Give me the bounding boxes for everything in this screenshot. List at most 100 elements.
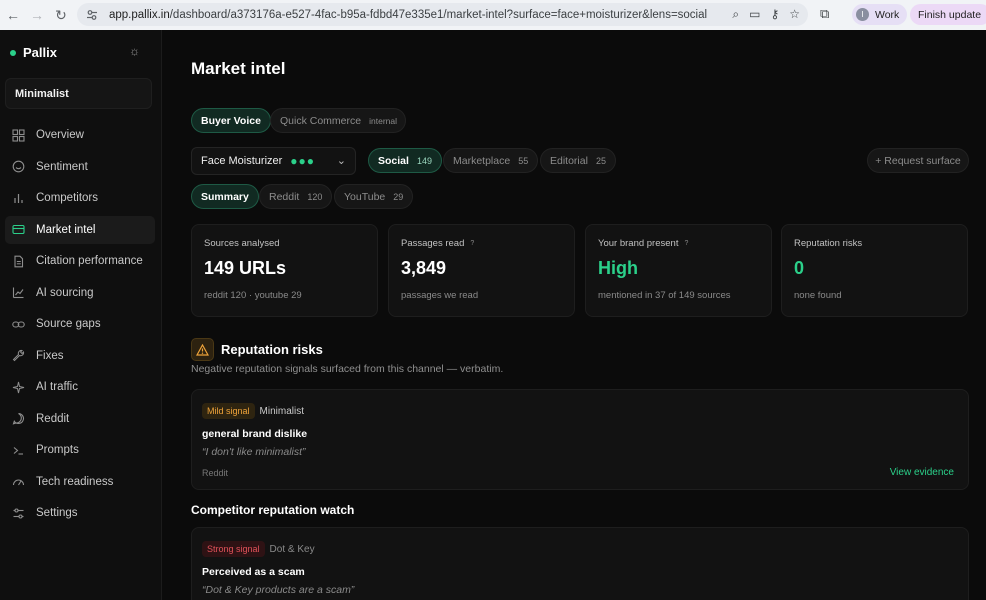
sidebar-item-label: Settings — [36, 507, 78, 519]
stat-card-brand-present: Your brand present? High mentioned in 37… — [585, 224, 772, 317]
lens-count: 149 — [416, 155, 432, 166]
document-icon — [11, 254, 25, 268]
lens-count: 25 — [595, 155, 606, 166]
card-quote: “Dot & Key products are a scam” — [202, 584, 355, 596]
tab-quick-commerce[interactable]: Quick Commerce internal — [270, 108, 406, 133]
surface-select[interactable]: Face Moisturizer ●●● ⌄ — [191, 147, 356, 175]
lens-editorial[interactable]: Editorial 25 — [540, 148, 616, 173]
terminal-icon — [11, 443, 25, 457]
sidebar-item-ai-traffic[interactable]: AI traffic — [5, 373, 155, 401]
brand-name: Pallix — [23, 45, 57, 60]
view-evidence-link[interactable]: View evidence — [890, 467, 954, 478]
card-icon — [11, 223, 25, 237]
sidebar-item-prompts[interactable]: Prompts — [5, 436, 155, 464]
sidebar: Pallix ☼ Minimalist Overview Sentiment C… — [0, 30, 162, 600]
sidebar-item-tech-readiness[interactable]: Tech readiness — [5, 468, 155, 496]
gauge-icon — [11, 475, 25, 489]
subtab-youtube[interactable]: YouTube 29 — [334, 184, 414, 209]
sidebar-item-label: Competitors — [36, 192, 98, 204]
chat-bubble-icon — [11, 412, 25, 426]
grid-icon — [11, 128, 25, 142]
sidebar-item-label: Overview — [36, 129, 84, 141]
sidebar-item-citation-performance[interactable]: Citation performance — [5, 247, 155, 275]
theme-toggle-icon[interactable]: ☼ — [129, 44, 140, 58]
lens-social[interactable]: Social 149 — [368, 148, 442, 173]
wrench-icon — [11, 349, 25, 363]
card-quote: “I don't like minimalist” — [202, 446, 306, 458]
smile-icon — [11, 160, 25, 174]
stat-value: High — [598, 258, 638, 278]
surface-select-value: Face Moisturizer — [201, 155, 283, 167]
stat-value: 3,849 — [401, 258, 447, 278]
stat-card-sources: Sources analysed 149 URLs reddit 120 · y… — [191, 224, 378, 317]
finish-update-button[interactable]: Finish update — [910, 4, 986, 25]
sparkle-icon — [11, 380, 25, 394]
help-icon[interactable]: ? — [684, 240, 688, 247]
bookmark-star-icon[interactable]: ☆ — [789, 7, 800, 22]
stat-value: 0 — [794, 258, 805, 278]
chevron-down-icon: ⌄ — [336, 155, 346, 167]
sidebar-item-label: Market intel — [36, 223, 96, 236]
request-surface-button[interactable]: + Request surface — [867, 148, 969, 173]
url-text[interactable]: app.pallix.in/dashboard/a373176a-e527-4f… — [109, 9, 707, 21]
sidebar-item-label: AI traffic — [36, 381, 78, 393]
bar-chart-icon — [11, 191, 25, 205]
tab-label: Buyer Voice — [201, 114, 261, 127]
card-title: general brand dislike — [202, 428, 308, 440]
tab-label: Quick Commerce — [280, 114, 362, 127]
sidebar-item-market-intel[interactable]: Market intel — [5, 215, 155, 244]
sidebar-item-fixes[interactable]: Fixes — [5, 342, 155, 370]
card-source: Reddit — [202, 468, 229, 478]
card-brand: Minimalist — [259, 405, 304, 417]
extensions-icon[interactable]: ⧉ — [820, 6, 829, 22]
lens-count: 55 — [518, 155, 529, 166]
sidebar-item-label: Fixes — [36, 349, 64, 362]
stat-label: Sources analysed — [204, 238, 280, 249]
sidebar-item-sentiment[interactable]: Sentiment — [5, 153, 155, 181]
competitor-watch-title: Competitor reputation watch — [191, 503, 355, 517]
sidebar-item-competitors[interactable]: Competitors — [5, 184, 155, 212]
main-content: Market intel Buyer Voice Quick Commerce … — [162, 30, 986, 600]
stat-sub: none found — [794, 290, 842, 301]
profile-button[interactable]: I Work — [852, 4, 908, 25]
stat-label: Passages read — [401, 238, 465, 249]
avatar: I — [856, 8, 869, 21]
sidebar-item-label: Reddit — [36, 412, 70, 425]
sidebar-item-source-gaps[interactable]: Source gaps — [5, 310, 155, 338]
help-icon[interactable]: ? — [470, 240, 474, 247]
sidebar-item-overview[interactable]: Overview — [5, 121, 155, 149]
zoom-icon[interactable]: ⌕ — [732, 7, 739, 22]
sidebar-item-label: Citation performance — [36, 255, 143, 267]
reputation-risks-desc: Negative reputation signals surfaced fro… — [191, 363, 504, 375]
stat-card-reputation-risks: Reputation risks 0 none found — [781, 224, 968, 317]
browser-toolbar: ← → ↻ app.pallix.in/dashboard/a373176a-e… — [0, 0, 986, 30]
sidebar-item-ai-sourcing[interactable]: AI sourcing — [5, 279, 155, 307]
stat-sub: passages we read — [401, 290, 479, 301]
address-bar[interactable]: app.pallix.in/dashboard/a373176a-e527-4f… — [77, 3, 808, 26]
forward-arrow-icon[interactable]: → — [26, 4, 48, 26]
subtab-count: 120 — [307, 191, 323, 202]
site-settings-icon[interactable] — [85, 8, 99, 22]
lens-marketplace[interactable]: Marketplace 55 — [443, 148, 539, 173]
cast-icon[interactable]: ▭ — [749, 7, 760, 22]
stat-label: Your brand present — [598, 238, 679, 249]
reload-icon[interactable]: ↻ — [50, 4, 72, 26]
chart-up-icon — [11, 286, 25, 300]
subtab-count: 29 — [393, 191, 404, 202]
mild-signal-badge: Mild signal — [202, 403, 255, 419]
sidebar-item-settings[interactable]: Settings — [5, 499, 155, 527]
sidebar-item-label: AI sourcing — [36, 286, 94, 299]
sidebar-item-reddit[interactable]: Reddit — [5, 405, 155, 433]
workspace-selector[interactable]: Minimalist — [5, 78, 152, 109]
subtab-summary[interactable]: Summary — [191, 184, 259, 209]
link-icon — [11, 317, 25, 331]
subtab-label: Reddit — [269, 190, 300, 203]
sliders-icon — [11, 506, 25, 520]
subtab-label: Summary — [201, 190, 249, 203]
tab-buyer-voice[interactable]: Buyer Voice — [191, 108, 271, 133]
key-icon[interactable]: ⚷ — [770, 7, 779, 22]
subtab-reddit[interactable]: Reddit 120 — [259, 184, 333, 209]
brand-logo[interactable]: Pallix — [10, 45, 57, 60]
back-arrow-icon[interactable]: ← — [2, 4, 24, 26]
strong-signal-badge: Strong signal — [202, 541, 265, 557]
